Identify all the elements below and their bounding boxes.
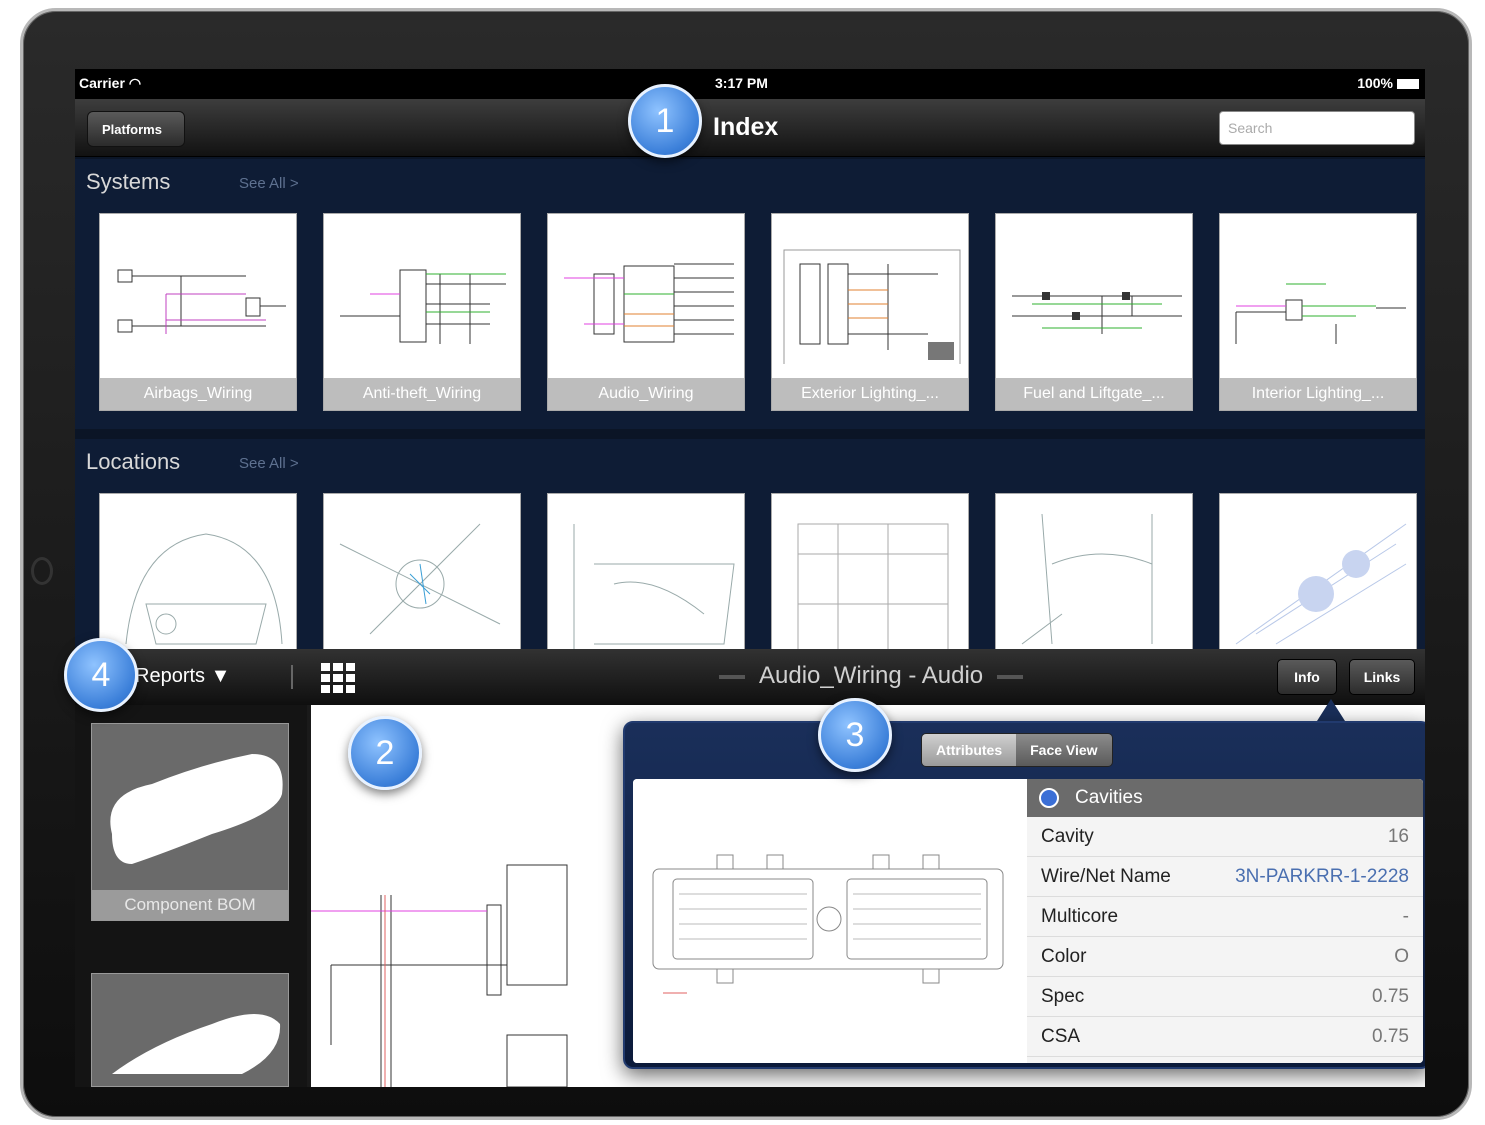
- tile-label: Interior Lighting_...: [1220, 378, 1416, 410]
- attribute-row: Multicore -: [1027, 897, 1423, 937]
- attributes-panel: Cavities Cavity 16 Wire/Net Name 3N-PARKRR…: [1027, 779, 1423, 1063]
- attribute-row: CSA 0.75: [1027, 1017, 1423, 1057]
- tile-label: Airbags_Wiring: [100, 378, 296, 410]
- location-drawing-thumbnail: [1235, 523, 1407, 645]
- popover-segmented-control: Attributes Face View: [921, 733, 1113, 767]
- wifi-icon: ◠: [128, 75, 142, 91]
- systems-section: Systems See All > Airbags_Wiring Anti-th…: [75, 159, 1425, 429]
- connector-face-view: [633, 779, 1025, 1063]
- system-tile[interactable]: Anti-theft_Wiring: [323, 213, 521, 411]
- system-tile[interactable]: Interior Lighting_...: [1219, 213, 1417, 411]
- popover-content: Cavities Cavity 16 Wire/Net Name 3N-PARKRR…: [633, 779, 1423, 1063]
- location-tile[interactable]: [99, 493, 297, 653]
- tile-label: Audio_Wiring: [548, 378, 744, 410]
- wire-net-link[interactable]: 3N-PARKRR-1-2228: [1235, 857, 1409, 897]
- search-input[interactable]: Search: [1219, 111, 1415, 145]
- schematic-thumbnail: [1012, 292, 1182, 334]
- attribute-key: Spec: [1041, 986, 1085, 1007]
- callout-badge-3: 3: [818, 698, 892, 772]
- reports-label: Reports: [135, 665, 206, 687]
- location-drawing-thumbnail: [125, 533, 283, 645]
- locations-title: Locations: [86, 449, 181, 474]
- location-tile[interactable]: [323, 493, 521, 653]
- reports-panel: Component BOM: [75, 705, 307, 1087]
- attribute-value: 16: [1387, 826, 1409, 847]
- back-button[interactable]: Platforms: [87, 111, 185, 147]
- callout-badge-1: 1: [628, 84, 702, 158]
- tab-attributes[interactable]: Attributes: [922, 734, 1017, 766]
- bom-label: Component BOM: [92, 890, 288, 920]
- app-screen: Carrier ◠ 3:17 PM 100% Platforms Index S…: [75, 69, 1425, 1087]
- drag-handle-icon: [997, 674, 1024, 679]
- systems-title: Systems: [86, 169, 171, 194]
- attribute-key: Cavity: [1041, 826, 1094, 847]
- systems-see-all-link[interactable]: See All >: [239, 175, 299, 192]
- attribute-row: Wire/Net Name 3N-PARKRR-1-2228: [1027, 857, 1423, 897]
- clock: 3:17 PM: [715, 75, 768, 91]
- links-button[interactable]: Links: [1349, 659, 1415, 695]
- schematic-thumbnail: [564, 263, 734, 343]
- ipad-frame: Carrier ◠ 3:17 PM 100% Platforms Index S…: [20, 8, 1472, 1120]
- viewer-toolbar: Reports ▼ Audio_Wiring - Audio Info Link…: [75, 649, 1425, 705]
- tile-label: Exterior Lighting_...: [772, 378, 968, 410]
- cavities-header[interactable]: Cavities: [1027, 779, 1423, 817]
- tile-label: Fuel and Liftgate_...: [996, 378, 1192, 410]
- toolbar-divider: [291, 665, 293, 689]
- location-tile[interactable]: [995, 493, 1193, 653]
- location-tile[interactable]: [1219, 493, 1417, 653]
- cavities-icon: [1039, 788, 1059, 808]
- attribute-value: -: [1402, 906, 1409, 927]
- locations-see-all-link[interactable]: See All >: [239, 455, 299, 472]
- popover-arrow: [1317, 699, 1345, 721]
- document-title: Audio_Wiring - Audio: [705, 662, 1037, 690]
- location-drawing-thumbnail: [797, 523, 949, 654]
- attribute-key: CSA: [1041, 1026, 1081, 1047]
- attribute-key: Color: [1041, 946, 1087, 967]
- battery-icon: [1397, 79, 1419, 90]
- location-drawing-thumbnail: [339, 523, 501, 635]
- tab-face-view[interactable]: Face View: [1016, 734, 1112, 766]
- location-tile[interactable]: [547, 493, 745, 654]
- system-tile[interactable]: Fuel and Liftgate_...: [995, 213, 1193, 411]
- reports-dropdown[interactable]: Reports ▼: [135, 665, 230, 688]
- info-popover: Attributes Face View Cavities Cavity 16 …: [623, 721, 1425, 1069]
- location-tile[interactable]: [771, 493, 969, 654]
- page-title: Index: [713, 113, 779, 141]
- connector-face-drawing: [652, 854, 1004, 994]
- schematic-thumbnail: [1235, 283, 1406, 344]
- drag-handle-icon: [719, 674, 745, 679]
- callout-badge-2: 2: [348, 716, 422, 790]
- system-tile[interactable]: Airbags_Wiring: [99, 213, 297, 411]
- carrier-label: Carrier ◠: [79, 75, 142, 91]
- attribute-value: 0.75: [1372, 986, 1409, 1007]
- attribute-row: Spec 0.75: [1027, 977, 1423, 1017]
- component-bom-tile[interactable]: Component BOM: [91, 723, 289, 921]
- attribute-key: Multicore: [1041, 906, 1119, 927]
- schematic-thumbnail: [783, 249, 961, 364]
- attribute-row: Color O: [1027, 937, 1423, 977]
- navigation-bar: Platforms Index Search: [75, 99, 1425, 157]
- system-tile[interactable]: Exterior Lighting_...: [771, 213, 969, 411]
- attribute-value: O: [1394, 946, 1409, 967]
- attribute-value: 0.75: [1372, 1026, 1409, 1047]
- location-drawing-thumbnail: [1021, 513, 1153, 645]
- tile-label: Anti-theft_Wiring: [324, 378, 520, 410]
- schematic-thumbnail: [117, 269, 286, 334]
- attribute-key: Wire/Net Name: [1041, 866, 1171, 887]
- location-drawing-thumbnail: [573, 524, 735, 654]
- info-button[interactable]: Info: [1277, 659, 1337, 695]
- systems-tiles: Airbags_Wiring Anti-theft_Wiring Audio_W…: [99, 213, 1419, 413]
- callout-badge-4: 4: [64, 638, 138, 712]
- system-tile[interactable]: Audio_Wiring: [547, 213, 745, 411]
- dropdown-arrow-icon: ▼: [210, 665, 231, 687]
- connector-icon: [110, 754, 283, 864]
- battery-indicator: 100%: [1357, 75, 1419, 91]
- attribute-row: Cavity 16: [1027, 817, 1423, 857]
- schematic-thumbnail: [340, 269, 506, 344]
- connector-icon: [112, 1014, 281, 1074]
- report-tile[interactable]: [91, 973, 289, 1087]
- home-button: [31, 557, 53, 585]
- status-bar: Carrier ◠ 3:17 PM 100%: [75, 69, 1425, 99]
- grid-view-icon[interactable]: [321, 663, 355, 693]
